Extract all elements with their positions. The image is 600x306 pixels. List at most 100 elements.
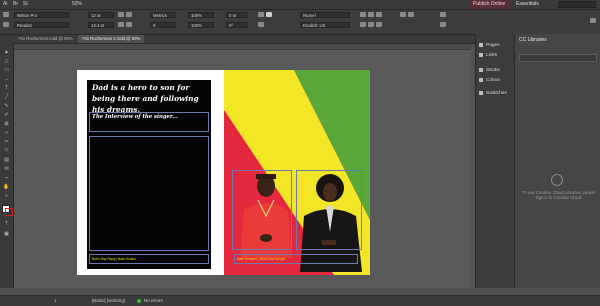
small-caps-icon[interactable] xyxy=(126,12,132,17)
numbering-icon[interactable] xyxy=(408,12,414,17)
font-family-select[interactable]: Writon Pro xyxy=(14,12,69,18)
panel-stroke-label: Stroke xyxy=(486,68,500,73)
preflight-status-icon xyxy=(137,299,141,303)
panel-links-label: Links xyxy=(486,53,498,58)
type-tool-icon[interactable]: T xyxy=(3,85,10,91)
footer-text-right[interactable]: Nate Romano | Street Day Boogie xyxy=(237,257,285,261)
panel-swatches-label: Swatches xyxy=(486,91,507,96)
image-frame-left[interactable] xyxy=(232,170,292,250)
zoom-tool-icon[interactable]: ⌕ xyxy=(3,193,10,199)
all-caps-icon[interactable] xyxy=(118,12,124,17)
zoom-level[interactable]: 50% xyxy=(72,1,82,7)
language-select[interactable]: English: UK xyxy=(300,22,350,28)
workspace-switcher[interactable]: Essentials xyxy=(516,1,539,7)
free-transform-tool-icon[interactable]: ⤧ xyxy=(3,148,10,154)
kerning-select[interactable]: Metrics xyxy=(150,12,176,18)
panel-pages-label: Pages xyxy=(486,43,500,48)
preflight-profile[interactable]: [Basic] (working) xyxy=(92,298,125,303)
panel-pages[interactable]: Pages xyxy=(479,42,500,50)
text-stroke-icon[interactable] xyxy=(258,22,264,27)
cc-libraries-panel: CC Libraries To use Creative Cloud Libra… xyxy=(514,34,600,288)
font-style-select[interactable]: Regular xyxy=(14,22,69,28)
collapsed-panels: Pages Links Stroke Colour Swatches xyxy=(475,34,514,288)
view-mode-icon[interactable]: ▣ xyxy=(3,231,10,237)
headline-text[interactable]: Dad is a hero to son for being there and… xyxy=(92,82,212,115)
horizontal-scale-field[interactable]: 100% xyxy=(188,22,214,28)
scissors-tool-icon[interactable]: ✂ xyxy=(3,139,10,145)
hand-tool-icon[interactable]: ✋ xyxy=(3,184,10,190)
baseline-shift-field[interactable]: 0 pt xyxy=(226,12,248,18)
menu-ai[interactable]: Ai xyxy=(3,1,7,7)
menu-st[interactable]: St xyxy=(23,1,28,7)
rectangle-frame-tool-icon[interactable]: ⊠ xyxy=(3,121,10,127)
control-bar: Writon Pro Regular 12 pt 14.4 pt Metrics… xyxy=(0,10,600,35)
footer-text-left[interactable]: Bob's Day Reply | Nate Hodem xyxy=(92,257,136,261)
grid-align-icon[interactable] xyxy=(440,22,446,27)
subhead-text[interactable]: The Interview of the singer... xyxy=(92,114,207,120)
vertical-scale-field[interactable]: 100% xyxy=(188,12,214,18)
tab-rochemom-2[interactable]: *Ab Rochemom 2.indd @ 50% xyxy=(78,35,145,43)
paragraph-style-select[interactable]: [None] xyxy=(300,12,350,18)
pen-tool-icon[interactable]: ✎ xyxy=(3,103,10,109)
status-bar: 1 [Basic] (working) No errors xyxy=(0,295,600,306)
panel-menu-icon[interactable] xyxy=(590,18,596,23)
panel-swatches[interactable]: Swatches xyxy=(479,90,507,98)
menu-bar: Ai Br St 50% Publish Online Essentials xyxy=(0,0,600,10)
cc-library-select[interactable] xyxy=(519,54,597,62)
align-left-icon[interactable] xyxy=(360,12,366,17)
gap-tool-icon[interactable]: ↔ xyxy=(3,76,10,82)
stroke-icon xyxy=(479,67,483,72)
selection-tool-icon[interactable]: ▲ xyxy=(3,49,10,55)
image-frame-right[interactable] xyxy=(296,170,362,250)
panel-colour[interactable]: Colour xyxy=(479,77,500,85)
menu-br[interactable]: Br xyxy=(13,1,18,7)
panel-links[interactable]: Links xyxy=(479,52,497,60)
indent-icon[interactable] xyxy=(368,22,374,27)
tracking-field[interactable]: 0 xyxy=(150,22,176,28)
panel-colour-label: Colour xyxy=(486,78,501,83)
cc-signin-message: To use Creative Cloud Libraries, please … xyxy=(522,190,596,200)
rectangle-tool-icon[interactable]: □ xyxy=(3,130,10,136)
leading-field[interactable]: 14.4 pt xyxy=(88,22,114,28)
pencil-tool-icon[interactable]: ✐ xyxy=(3,112,10,118)
tools-panel: ▲ △ ▭ ↔ T ╱ ✎ ✐ ⊠ □ ✂ ⤧ ▤ ✉ ⌁ ✋ ⌕ T ▣ xyxy=(0,43,14,288)
swatches-icon xyxy=(479,90,483,95)
horizontal-ruler xyxy=(14,44,471,50)
justify-icon[interactable] xyxy=(360,22,366,27)
paragraph-formatting-icon[interactable] xyxy=(3,22,9,27)
stroke-swatch[interactable] xyxy=(5,208,13,216)
strikethrough-icon[interactable] xyxy=(126,22,132,27)
page-tool-icon[interactable]: ▭ xyxy=(3,67,10,73)
eyedropper-tool-icon[interactable]: ⌁ xyxy=(3,175,10,181)
type-t-icon[interactable] xyxy=(266,12,272,17)
right-page[interactable] xyxy=(224,70,370,275)
skew-field[interactable]: 0° xyxy=(226,22,248,28)
note-tool-icon[interactable]: ✉ xyxy=(3,166,10,172)
pages-icon xyxy=(479,42,483,47)
cc-libraries-tab[interactable]: CC Libraries xyxy=(519,37,547,43)
character-formatting-icon[interactable] xyxy=(3,12,9,17)
search-input[interactable] xyxy=(558,1,596,8)
preflight-errors[interactable]: No errors xyxy=(144,298,163,303)
align-right-icon[interactable] xyxy=(376,12,382,17)
text-fill-icon[interactable] xyxy=(258,12,264,17)
outdent-icon[interactable] xyxy=(376,22,382,27)
formatting-affects-icon[interactable]: T xyxy=(3,221,10,227)
body-text-frame[interactable] xyxy=(89,136,209,251)
bullets-icon[interactable] xyxy=(400,12,406,17)
line-tool-icon[interactable]: ╱ xyxy=(3,94,10,100)
colour-icon xyxy=(479,77,483,82)
publish-online-button[interactable]: Publish Online xyxy=(470,0,510,9)
document-tabs: *Ab Rochemom.indd @ 50% *Ab Rochemom 2.i… xyxy=(0,35,475,44)
underline-icon[interactable] xyxy=(118,22,124,27)
columns-icon[interactable] xyxy=(440,12,446,17)
tab-rochemom[interactable]: *Ab Rochemom.indd @ 50% xyxy=(14,35,77,43)
gradient-tool-icon[interactable]: ▤ xyxy=(3,157,10,163)
links-icon xyxy=(479,52,483,57)
creative-cloud-icon xyxy=(551,174,563,186)
page-number-field[interactable]: 1 xyxy=(54,298,57,303)
align-center-icon[interactable] xyxy=(368,12,374,17)
font-size-field[interactable]: 12 pt xyxy=(88,12,114,18)
panel-stroke[interactable]: Stroke xyxy=(479,67,500,75)
direct-selection-tool-icon[interactable]: △ xyxy=(3,58,10,64)
